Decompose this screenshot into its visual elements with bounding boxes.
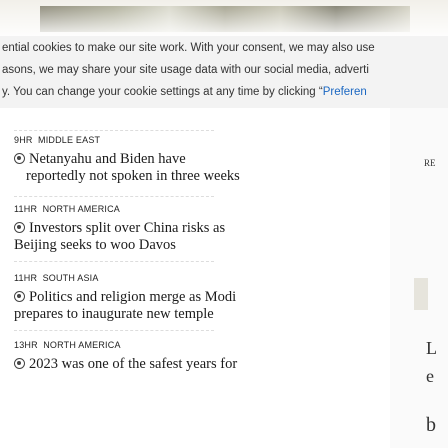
region-tag: NORTH AMERICA — [42, 204, 121, 214]
headline-link-2-line-2[interactable]: Beijing seeks to woo Davos — [14, 237, 176, 254]
right-sidebar: RE L e b — [390, 108, 448, 448]
globe-icon — [14, 291, 25, 302]
cookie-text-line-3: y. You can change your cookie settings a… — [2, 86, 367, 98]
headline-link-2[interactable]: Investors split over China risks as — [14, 220, 225, 237]
timestamp: 11HR — [14, 204, 38, 214]
hero-image — [0, 0, 448, 36]
sidebar-letter: L — [426, 338, 437, 358]
headline-link-4[interactable]: 2023 was one of the safest years for — [14, 356, 237, 373]
feed-item-meta: 9HR MIDDLE EAST — [14, 135, 100, 145]
timestamp: 13HR — [14, 340, 38, 350]
region-tag: SOUTH ASIA — [42, 273, 99, 283]
cookie-banner: ential cookies to make our site work. Wi… — [0, 36, 448, 108]
globe-icon — [14, 358, 25, 369]
cookie-text-line-1: ential cookies to make our site work. Wi… — [2, 42, 375, 54]
cookie-text-line-2: asons, we may share your site usage data… — [2, 64, 369, 76]
cookie-text-line-3-prefix: y. You can change your cookie settings a… — [2, 86, 323, 98]
headline-link-3-line-2[interactable]: prepares to inaugurate new temple — [14, 306, 214, 323]
divider — [14, 130, 214, 131]
globe-icon — [14, 153, 25, 164]
feed-item-meta: 11HR NORTH AMERICA — [14, 204, 120, 214]
globe-icon — [14, 222, 25, 233]
preferences-link[interactable]: Preferen — [323, 86, 367, 98]
divider — [14, 261, 214, 262]
headline-link-1[interactable]: Netanyahu and Biden have — [14, 151, 186, 168]
sidebar-letter: b — [426, 414, 436, 436]
sidebar-letter: e — [426, 366, 434, 386]
region-tag: NORTH AMERICA — [43, 340, 121, 350]
divider — [14, 330, 214, 331]
feed-item-meta: 13HR NORTH AMERICA — [14, 340, 121, 350]
region-tag: MIDDLE EAST — [38, 135, 101, 145]
headline-link-1-line-2[interactable]: reportedly not spoken in three weeks — [26, 168, 240, 185]
sidebar-label: RE — [424, 158, 436, 168]
divider — [14, 196, 214, 197]
news-feed: 9HR MIDDLE EAST Netanyahu and Biden have… — [0, 108, 390, 448]
headline-link-3[interactable]: Politics and religion merge as Modi — [14, 289, 236, 306]
timestamp: 11HR — [14, 273, 38, 283]
feed-item-meta: 11HR SOUTH ASIA — [14, 273, 99, 283]
sidebar-thumbnail — [414, 278, 428, 310]
timestamp: 9HR — [14, 135, 33, 145]
